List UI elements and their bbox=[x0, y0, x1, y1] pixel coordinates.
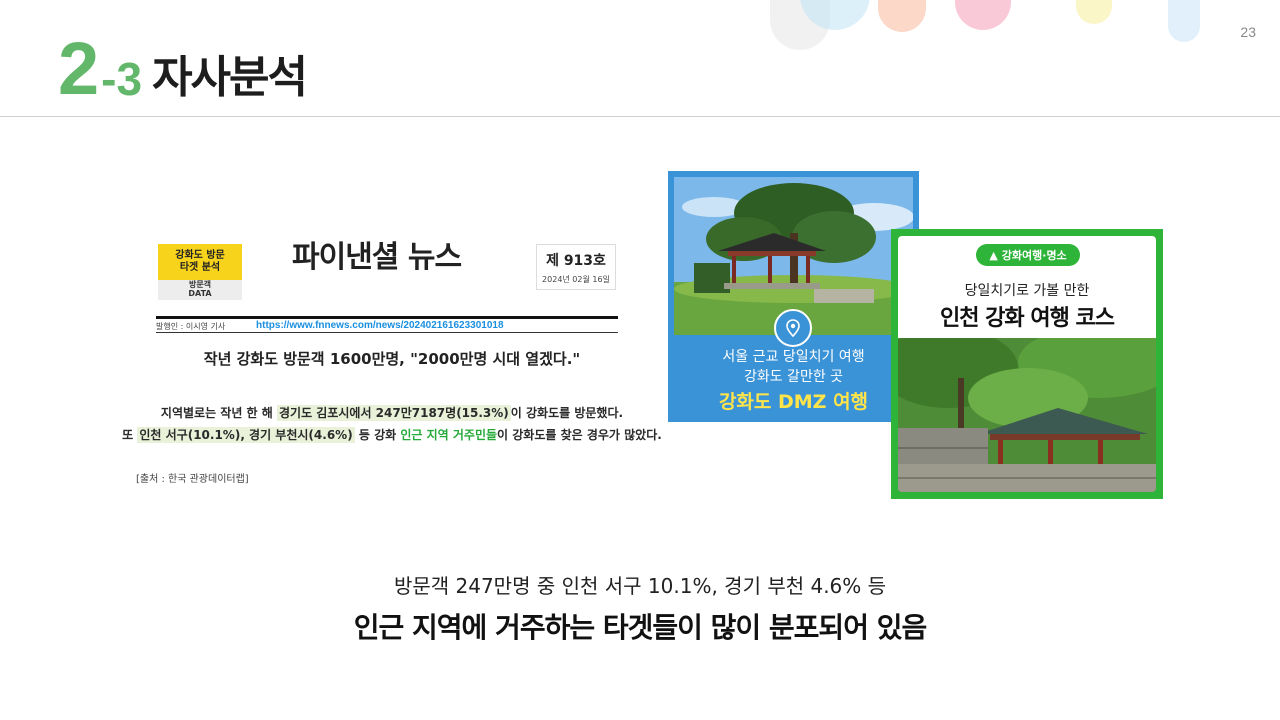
card1-line2: 강화도 갈만한 곳 bbox=[743, 369, 844, 385]
category-badge: ▲ 강화여행·명소 bbox=[976, 244, 1080, 266]
issue-date: 2024년 02월 16일 bbox=[542, 274, 610, 284]
issue-box: 제 913호 2024년 02월 16일 bbox=[536, 244, 616, 290]
news-url-link[interactable]: https://www.fnnews.com/news/202402161623… bbox=[256, 320, 504, 331]
decorative-shape bbox=[955, 0, 1011, 30]
section-title: 자사분석 bbox=[152, 52, 308, 103]
card2-title: 인천 강화 여행 코스 bbox=[940, 306, 1115, 331]
highlight-text: 인천 서구(10.1%), 경기 부천시(4.6%) bbox=[137, 427, 355, 443]
tag-line: DATA bbox=[188, 289, 212, 298]
card1-line1: 서울 근교 당일치기 여행 bbox=[722, 349, 865, 365]
card1-title: 강화도 DMZ 여행 bbox=[718, 391, 869, 413]
reporter: 발행인 : 이시영 기사 bbox=[156, 322, 226, 331]
news-body-line: 또 인천 서구(10.1%), 경기 부천시(4.6%) 등 강화 인근 지역 … bbox=[122, 427, 662, 443]
ganghwa-course-card: ▲ 강화여행·명소 당일치기로 가볼 만한 인천 강화 여행 코스 bbox=[891, 229, 1163, 499]
newspaper-name: 파이낸셜 뉴스 bbox=[292, 240, 462, 275]
summary-line1: 방문객 247만명 중 인천 서구 10.1%, 경기 부천 4.6% 등 bbox=[393, 574, 887, 598]
page-title: 2 -3 자사분석 bbox=[58, 22, 308, 110]
issue-number: 제 913호 bbox=[546, 252, 606, 269]
section-sub-number: -3 bbox=[101, 53, 143, 105]
news-source: [출처 : 한국 관광데이터랩] bbox=[136, 474, 249, 485]
news-clipping: 강화도 방문 타겟 분석 방문객 DATA 파이낸셜 뉴스 제 913호 202… bbox=[112, 214, 672, 494]
green-text: 인근 지역 거주민들 bbox=[400, 428, 498, 442]
news-rule-thin bbox=[156, 332, 618, 333]
dmz-travel-card: 서울 근교 당일치기 여행 강화도 갈만한 곳 강화도 DMZ 여행 bbox=[668, 171, 919, 422]
highlight-text: 경기도 김포시에서 247만7187명(15.3%) bbox=[276, 405, 511, 421]
decorative-shape bbox=[1168, 0, 1200, 42]
news-headline: 작년 강화도 방문객 1600만명, "2000만명 시대 열겠다." bbox=[203, 350, 581, 368]
person-pin-icon: ▲ bbox=[989, 248, 998, 262]
header-divider bbox=[0, 116, 1280, 117]
section-number: 2 bbox=[58, 27, 99, 110]
news-body: 지역별로는 작년 한 해 경기도 김포시에서 247만7187명(15.3%) 이… bbox=[112, 402, 672, 446]
fortress-photo bbox=[898, 338, 1156, 492]
tag-line: 강화도 방문 bbox=[175, 249, 225, 261]
summary-line2: 인근 지역에 거주하는 타겟들이 많이 분포되어 있음 bbox=[353, 611, 927, 644]
decorative-shape bbox=[878, 0, 926, 32]
decorative-shape bbox=[1076, 0, 1112, 24]
card2-subtitle: 당일치기로 가볼 만한 bbox=[964, 283, 1090, 299]
location-pin-icon bbox=[774, 309, 812, 347]
news-tag: 강화도 방문 타겟 분석 방문객 DATA bbox=[158, 244, 242, 308]
tag-line: 타겟 분석 bbox=[179, 262, 221, 273]
page-number: 23 bbox=[1240, 24, 1256, 40]
news-rule bbox=[156, 316, 618, 319]
news-body-line: 지역별로는 작년 한 해 경기도 김포시에서 247만7187명(15.3%) 이… bbox=[160, 405, 624, 421]
fortress-illustration bbox=[898, 338, 1156, 492]
